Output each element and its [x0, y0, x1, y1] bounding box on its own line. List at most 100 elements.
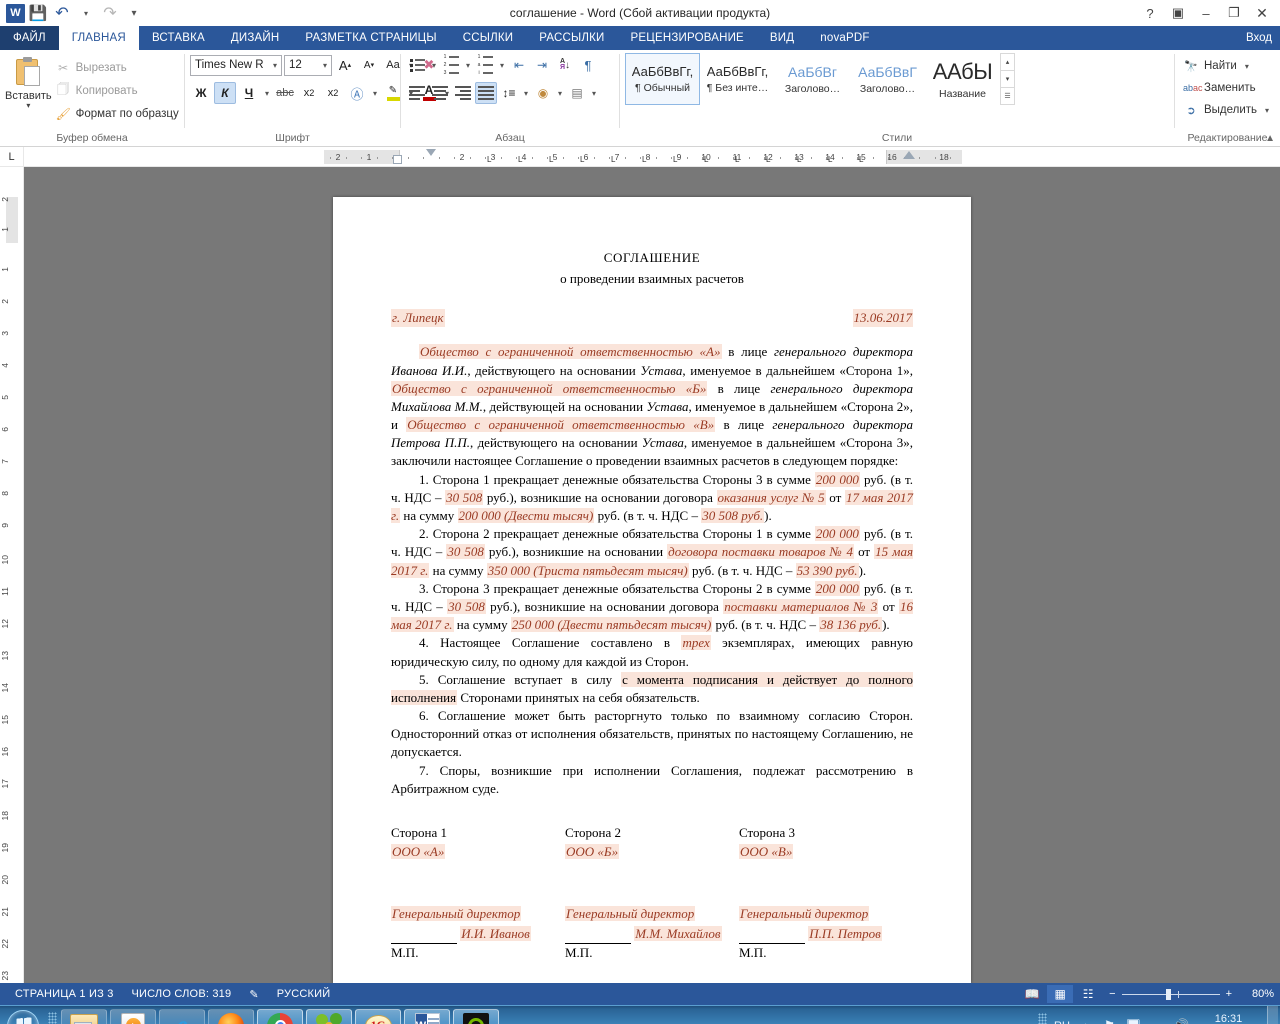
paste-dropdown-icon[interactable]: ▾	[26, 102, 30, 110]
zoom-level[interactable]: 80%	[1240, 988, 1274, 1000]
text-effects-dropdown-icon[interactable]: ▾	[370, 89, 380, 98]
taskbar-media-player[interactable]	[110, 1008, 156, 1024]
format-painter-button[interactable]: 🖌 Формат по образцу	[52, 103, 183, 124]
network-icon[interactable]: ⚑	[1101, 1017, 1118, 1024]
chevron-down-icon[interactable]: ▾	[321, 61, 329, 70]
justify-icon[interactable]	[475, 82, 497, 104]
language-indicator-tray[interactable]: RU	[1054, 1020, 1070, 1024]
cut-button[interactable]: ✂ Вырезать	[52, 57, 183, 78]
undo-dropdown-icon[interactable]: ▾	[75, 2, 97, 24]
tab-stop-selector-icon[interactable]: L	[0, 147, 24, 166]
tab-file[interactable]: ФАЙЛ	[0, 26, 59, 50]
zoom-slider[interactable]	[1121, 988, 1220, 1000]
styles-scroll-up-icon[interactable]: ▴	[1001, 54, 1014, 70]
style-normal[interactable]: АаБбВвГг, ¶ Обычный	[625, 53, 700, 105]
horizontal-ruler[interactable]: L 2 1 2 3 4 5 6 7 8 9 10 11 12 13 14 15 16 18 L L L L L L L L L L L L…	[0, 147, 1280, 167]
styles-more-icon[interactable]: ☰	[1001, 87, 1014, 104]
left-indent-marker[interactable]	[393, 155, 402, 164]
tab-stop-marker[interactable]: L	[735, 155, 739, 164]
zoom-out-icon[interactable]: −	[1109, 988, 1115, 1000]
borders-dropdown-icon[interactable]: ▾	[589, 89, 599, 98]
multilevel-list-icon[interactable]: 1ai	[474, 54, 496, 76]
tab-design[interactable]: ДИЗАЙН	[218, 26, 292, 50]
align-left-icon[interactable]	[406, 82, 428, 104]
print-layout-icon[interactable]: ▦	[1047, 985, 1074, 1003]
decrease-indent-icon[interactable]: ⇤	[508, 54, 530, 76]
line-spacing-dropdown-icon[interactable]: ▾	[521, 89, 531, 98]
tab-stop-marker[interactable]: L	[859, 155, 863, 164]
tab-page-layout[interactable]: РАЗМЕТКА СТРАНИЦЫ	[292, 26, 449, 50]
tab-stop-marker[interactable]: L	[766, 155, 770, 164]
monitor-icon[interactable]: 🖥	[1125, 1017, 1142, 1024]
taskbar-1c[interactable]: 1С	[355, 1008, 401, 1024]
customize-qat-icon[interactable]: ▾	[123, 2, 145, 24]
strikethrough-button[interactable]: abc	[274, 82, 296, 104]
paste-button[interactable]: Вставить ▾	[5, 53, 52, 110]
tab-stop-marker[interactable]: L	[487, 155, 491, 164]
style-title[interactable]: ААбЫ Название	[925, 53, 1000, 105]
numbering-dropdown-icon[interactable]: ▾	[463, 61, 473, 70]
close-icon[interactable]: ✕	[1248, 2, 1276, 24]
shrink-font-button[interactable]: A ▾	[358, 54, 380, 76]
copy-button[interactable]: 🗍 Копировать	[52, 80, 183, 101]
taskbar-internet-explorer[interactable]: e	[159, 1008, 205, 1024]
zoom-in-icon[interactable]: +	[1226, 988, 1232, 1000]
shading-icon[interactable]: ◉	[532, 82, 554, 104]
tab-insert[interactable]: ВСТАВКА	[139, 26, 218, 50]
borders-icon[interactable]: ▤	[566, 82, 588, 104]
show-hidden-icons[interactable]: ▲	[1077, 1017, 1094, 1024]
taskbar-firefox[interactable]	[208, 1008, 254, 1024]
clock[interactable]: 16:31 07.07.2017	[1197, 1013, 1260, 1024]
bold-button[interactable]: Ж	[190, 82, 212, 104]
tab-stop-marker[interactable]: L	[642, 155, 646, 164]
select-button[interactable]: ➲ Выделить ▾	[1180, 99, 1275, 121]
replace-button[interactable]: abac Заменить	[1180, 77, 1275, 99]
document-page[interactable]: СОГЛАШЕНИЕ о проведении взаимных расчето…	[333, 197, 971, 983]
proofing-icon[interactable]: ✎	[240, 988, 267, 1001]
font-size-combo[interactable]: 12 ▾	[284, 54, 332, 76]
bullet-list-icon[interactable]	[406, 54, 428, 76]
tab-novapdf[interactable]: novaPDF	[807, 26, 882, 50]
tab-stop-marker[interactable]: L	[580, 155, 584, 164]
word-count[interactable]: ЧИСЛО СЛОВ: 319	[123, 988, 241, 1000]
style-no-spacing[interactable]: АаБбВвГг, ¶ Без инте…	[700, 53, 775, 105]
minimize-icon[interactable]: –	[1192, 2, 1220, 24]
align-center-icon[interactable]	[429, 82, 451, 104]
show-desktop-button[interactable]	[1267, 1005, 1278, 1024]
line-spacing-icon[interactable]: ↕≡	[498, 82, 520, 104]
underline-dropdown-icon[interactable]: ▾	[262, 89, 272, 98]
tab-stop-marker[interactable]: L	[797, 155, 801, 164]
volume-muted-icon[interactable]: 🔊	[1173, 1017, 1190, 1024]
font-name-combo[interactable]: Times New R ▾	[190, 54, 282, 76]
web-layout-icon[interactable]: ☷	[1075, 985, 1101, 1003]
style-heading-2[interactable]: АаБбВвГ Заголово…	[850, 53, 925, 105]
tab-stop-marker[interactable]: L	[549, 155, 553, 164]
tab-stop-marker[interactable]: L	[704, 155, 708, 164]
styles-scrollbar[interactable]: ▴ ▾ ☰	[1000, 53, 1015, 105]
superscript-button[interactable]: x2	[322, 82, 344, 104]
page-indicator[interactable]: СТРАНИЦА 1 ИЗ 3	[6, 988, 123, 1000]
tab-references[interactable]: ССЫЛКИ	[450, 26, 527, 50]
styles-scroll-down-icon[interactable]: ▾	[1001, 70, 1014, 87]
tab-stop-marker[interactable]: L	[828, 155, 832, 164]
shading-dropdown-icon[interactable]: ▾	[555, 89, 565, 98]
text-effects-icon[interactable]: Ⓐ	[346, 82, 368, 104]
bullet-dropdown-icon[interactable]: ▾	[429, 61, 439, 70]
undo-icon[interactable]: ↶	[51, 2, 73, 24]
show-formatting-marks-icon[interactable]: ¶	[577, 54, 599, 76]
tab-stop-marker[interactable]: L	[673, 155, 677, 164]
read-mode-icon[interactable]: 📖	[1019, 985, 1045, 1003]
cloud-icon[interactable]: ☁	[1149, 1017, 1166, 1024]
multilevel-dropdown-icon[interactable]: ▾	[497, 61, 507, 70]
taskbar-explorer[interactable]	[61, 1008, 107, 1024]
tab-review[interactable]: РЕЦЕНЗИРОВАНИЕ	[618, 26, 757, 50]
select-dropdown-icon[interactable]: ▾	[1262, 106, 1272, 115]
sign-in-link[interactable]: Вход	[1246, 26, 1280, 50]
increase-indent-icon[interactable]: ⇥	[531, 54, 553, 76]
help-icon[interactable]: ?	[1136, 2, 1164, 24]
vertical-ruler[interactable]: 2 1 1 2 3 4 5 6 7 8 9 10 11 12 13 14 15 16 17 18 19 20 21 22 23	[0, 167, 24, 983]
grow-font-button[interactable]: A ▴	[334, 54, 356, 76]
numbered-list-icon[interactable]: 123	[440, 54, 462, 76]
italic-button[interactable]: К	[214, 82, 236, 104]
chevron-down-icon[interactable]: ▾	[271, 61, 279, 70]
